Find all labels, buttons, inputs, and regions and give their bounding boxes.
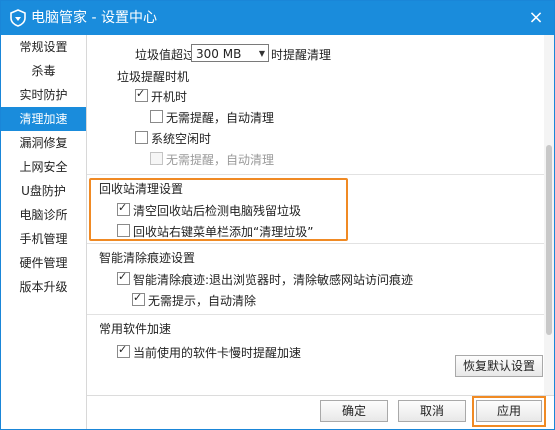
on-boot-checkbox[interactable] xyxy=(135,87,148,102)
divider xyxy=(87,174,544,175)
on-idle-auto-checkbox[interactable] xyxy=(150,152,163,165)
on-idle-auto-label: 无需提醒，自动清理 xyxy=(166,153,275,167)
sidebar-item-vuln-fix[interactable]: 漏洞修复 xyxy=(1,131,86,155)
threshold-suffix: 时提醒清理 xyxy=(271,48,332,62)
recycle-bin-highlight xyxy=(89,178,348,241)
sidebar-item-general[interactable]: 常规设置 xyxy=(1,35,86,59)
restore-defaults-button[interactable]: 恢复默认设置 xyxy=(455,355,543,377)
shield-icon xyxy=(10,9,26,27)
ok-button[interactable]: 确定 xyxy=(320,400,388,422)
sidebar: 常规设置 杀毒 实时防护 清理加速 漏洞修复 上网安全 U盘防护 电脑诊所 手机… xyxy=(1,35,87,429)
settings-window: 电脑管家 - 设置中心 × 常规设置 杀毒 实时防护 清理加速 漏洞修复 上网安… xyxy=(0,0,555,430)
on-boot-auto-checkbox[interactable] xyxy=(150,110,163,123)
cancel-button[interactable]: 取消 xyxy=(398,400,466,422)
close-button[interactable]: × xyxy=(526,8,546,28)
threshold-select[interactable]: 300 MB ▼ xyxy=(191,44,269,62)
on-boot-auto-label: 无需提醒，自动清理 xyxy=(166,111,275,125)
dropdown-arrow-icon: ▼ xyxy=(258,49,265,58)
smart-clean-no-prompt-label: 无需提示，自动清除 xyxy=(148,294,257,308)
remind-timing-title: 垃圾提醒时机 xyxy=(117,70,190,84)
sidebar-item-cleanup[interactable]: 清理加速 xyxy=(1,107,86,131)
software-speed-checkbox[interactable] xyxy=(117,343,130,358)
on-boot-label: 开机时 xyxy=(151,90,188,104)
smart-clean-label: 智能清除痕迹:退出浏览器时，清除敏感网站访问痕迹 xyxy=(133,273,414,287)
divider xyxy=(87,314,544,315)
smart-clean-no-prompt-checkbox[interactable] xyxy=(132,291,145,306)
software-speed-title: 常用软件加速 xyxy=(99,322,172,336)
sidebar-item-antivirus[interactable]: 杀毒 xyxy=(1,59,86,83)
sidebar-item-hardware[interactable]: 硬件管理 xyxy=(1,251,86,275)
sidebar-item-web-security[interactable]: 上网安全 xyxy=(1,155,86,179)
on-idle-label: 系统空闲时 xyxy=(151,132,212,146)
vertical-scrollbar[interactable] xyxy=(544,35,554,395)
sidebar-item-usb-protection[interactable]: U盘防护 xyxy=(1,179,86,203)
threshold-value: 300 MB xyxy=(196,47,242,61)
apply-button[interactable]: 应用 xyxy=(476,400,542,422)
title-bar[interactable]: 电脑管家 - 设置中心 × xyxy=(1,1,554,35)
smart-clean-checkbox[interactable] xyxy=(117,270,130,285)
smart-clean-title: 智能清除痕迹设置 xyxy=(99,251,196,265)
window-title: 电脑管家 - 设置中心 xyxy=(31,10,157,26)
sidebar-item-phone[interactable]: 手机管理 xyxy=(1,227,86,251)
software-speed-label: 当前使用的软件卡慢时提醒加速 xyxy=(133,346,302,360)
sidebar-item-realtime-protection[interactable]: 实时防护 xyxy=(1,83,86,107)
threshold-prefix: 垃圾值超过 xyxy=(135,48,196,62)
scrollbar-thumb[interactable] xyxy=(546,145,552,335)
sidebar-item-upgrade[interactable]: 版本升级 xyxy=(1,275,86,299)
on-idle-checkbox[interactable] xyxy=(135,131,148,144)
sidebar-item-pc-clinic[interactable]: 电脑诊所 xyxy=(1,203,86,227)
divider xyxy=(87,243,544,244)
